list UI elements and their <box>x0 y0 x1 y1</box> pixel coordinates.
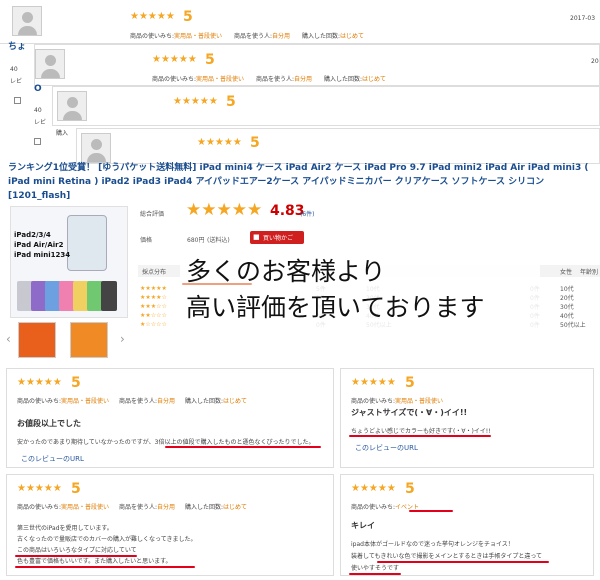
review-card: ★★★★★ 5 商品の使いみち:実用品・普段使い ジャストサイズで(・∀・)イイ… <box>340 368 594 468</box>
review-body: ipad本体がゴールドなので迷った挙句オレンジをチョイス！ 装着してもきれいな色… <box>351 541 543 572</box>
review-body: 第三世代のiPadを愛用しています。 古くなったので量販店でのカバーの購入が難し… <box>17 525 197 565</box>
age-header: 年齢別 <box>580 269 599 276</box>
review-meta: 商品の使いみち:実用品・普段使い 商品を使う人:自分用 購入した回数:はじめて <box>130 33 364 40</box>
highlight-underline <box>409 510 453 512</box>
distribution-stars: ★★★★★ ★★★★☆ ★★★☆☆ ★★☆☆☆ ★☆☆☆☆ <box>140 285 167 328</box>
buy-button[interactable]: ■ 買い物かご <box>250 231 304 244</box>
avatar <box>81 133 111 163</box>
review-date: 20 <box>591 58 599 65</box>
review-title: お値段以上でした <box>17 419 81 428</box>
fragment-text: 40 <box>10 66 18 73</box>
distribution-label: 採点分布 <box>142 269 167 276</box>
rating-stars: ★★★★★ <box>17 377 62 388</box>
rating-score: 5 <box>71 481 81 497</box>
buy-button-label: 買い物かご <box>263 235 294 242</box>
rating-label: 総合評価 <box>140 211 165 218</box>
price-label: 価格 <box>140 237 153 244</box>
rating-stars-large: ★★★★★ <box>186 200 263 220</box>
rating-score: 5 <box>71 375 81 391</box>
product-image-text: iPad mini1234 <box>14 251 71 259</box>
product-title[interactable]: ランキング1位受賞！ [ゆうパケット送料無料] iPad mini4 ケース i… <box>8 161 596 203</box>
review-card: ★★★★★ 5 商品の使いみち:実用品・普段使い 商品を使う人:自分用 購入した… <box>6 368 334 468</box>
thumbnail-strip: ‹ › <box>4 320 132 362</box>
avatar <box>35 49 65 79</box>
rating-count: (6件) <box>300 211 315 218</box>
highlight-underline <box>377 561 549 563</box>
review-card-stack-4: ★★★★★ 5 <box>76 128 600 164</box>
highlight-underline <box>165 446 321 448</box>
highlight-underline <box>349 435 491 437</box>
shipping: (送料込) <box>207 237 230 244</box>
review-date: 2017-03 <box>570 15 596 22</box>
checkbox[interactable] <box>34 138 41 145</box>
avatar <box>57 91 87 121</box>
rating-stars: ★★★★★ <box>130 11 175 22</box>
fragment-text: 40 <box>34 107 42 114</box>
chevron-left-icon[interactable]: ‹ <box>6 332 11 346</box>
thumbnail[interactable] <box>70 322 108 358</box>
chevron-right-icon[interactable]: › <box>120 332 125 346</box>
fragment-text: レビ <box>34 119 47 126</box>
price: 680円 <box>187 237 205 244</box>
cart-icon: ■ <box>253 233 260 241</box>
rating-stars: ★★★★★ <box>351 377 396 388</box>
review-meta: 商品の使いみち:実用品・普段使い 商品を使う人:自分用 購入した回数:はじめて <box>17 504 247 511</box>
review-card: ★★★★★ 5 商品の使いみち:実用品・普段使い 商品を使う人:自分用 購入した… <box>6 474 334 576</box>
review-card-stack-1: ★★★★★ 5 2017-03 商品の使いみち:実用品・普段使い 商品を使う人:… <box>0 0 600 52</box>
checkbox[interactable] <box>14 97 21 104</box>
review-title: キレイ <box>351 521 375 530</box>
age-list-right: 10代 20代 30代 40代 50代以上 <box>560 286 586 329</box>
rating-stars: ★★★★★ <box>197 137 242 148</box>
review-card-stack-2: ★★★★★ 5 20 商品の使いみち:実用品・普段使い 商品を使う人:自分用 購… <box>34 44 600 86</box>
highlight-underline <box>15 566 195 568</box>
review-meta: 商品の使いみち:実用品・普段使い 商品を使う人:自分用 購入した回数:はじめて <box>152 76 386 83</box>
rating-score: 5 <box>405 375 415 391</box>
rating-score: 5 <box>405 481 415 497</box>
rating-score: 5 <box>205 52 215 68</box>
overlay-line-2: 高い評価を頂いております <box>186 293 485 322</box>
rating-score: 5 <box>183 9 193 25</box>
review-card: ★★★★★ 5 商品の使いみち:イベント キレイ ipad本体がゴールドなので迷… <box>340 474 594 576</box>
fragment-text: レビ <box>10 78 23 85</box>
gender-header: 女性 <box>560 269 573 276</box>
product-image-text: iPad2/3/4 <box>14 231 51 239</box>
rating-stars: ★★★★★ <box>17 483 62 494</box>
rating-score: 5 <box>250 135 260 151</box>
review-url-link[interactable]: このレビューのURL <box>21 454 84 464</box>
fragment-text: ちょ <box>8 42 27 52</box>
rating-stars: ★★★★★ <box>351 483 396 494</box>
product-image-text: iPad Air/Air2 <box>14 241 64 249</box>
review-title: ジャストサイズで(・∀・)イイ!! <box>351 408 468 417</box>
case-swatches <box>17 277 125 313</box>
product-image: iPad2/3/4 iPad Air/Air2 iPad mini1234 <box>10 206 128 318</box>
thumbnail[interactable] <box>18 322 56 358</box>
fragment-text: O <box>34 84 42 94</box>
review-body: ちょうどよい感じでカラーも好きです(・∀・)イイ!! <box>351 428 491 435</box>
rating-stars: ★★★★★ <box>173 96 218 107</box>
highlight-underline <box>15 555 137 557</box>
highlight-underline <box>349 573 401 575</box>
avatar <box>12 6 42 36</box>
rating-stars: ★★★★★ <box>152 54 197 65</box>
ipad-shape <box>67 215 107 271</box>
fragment-text: 購入 <box>56 130 69 137</box>
review-body: 安かったのであまり期待していなかったのですが、3倍以上の値段で購入したものと遜色… <box>17 439 315 446</box>
rating-score: 5 <box>226 94 236 110</box>
review-card-stack-3: ★★★★★ 5 <box>52 86 600 126</box>
overlay-underline <box>182 283 252 285</box>
review-meta: 商品の使いみち:実用品・普段使い <box>351 398 444 405</box>
review-meta: 商品の使いみち:実用品・普段使い 商品を使う人:自分用 購入した回数:はじめて <box>17 398 247 405</box>
review-url-link[interactable]: このレビューのURL <box>355 443 418 453</box>
